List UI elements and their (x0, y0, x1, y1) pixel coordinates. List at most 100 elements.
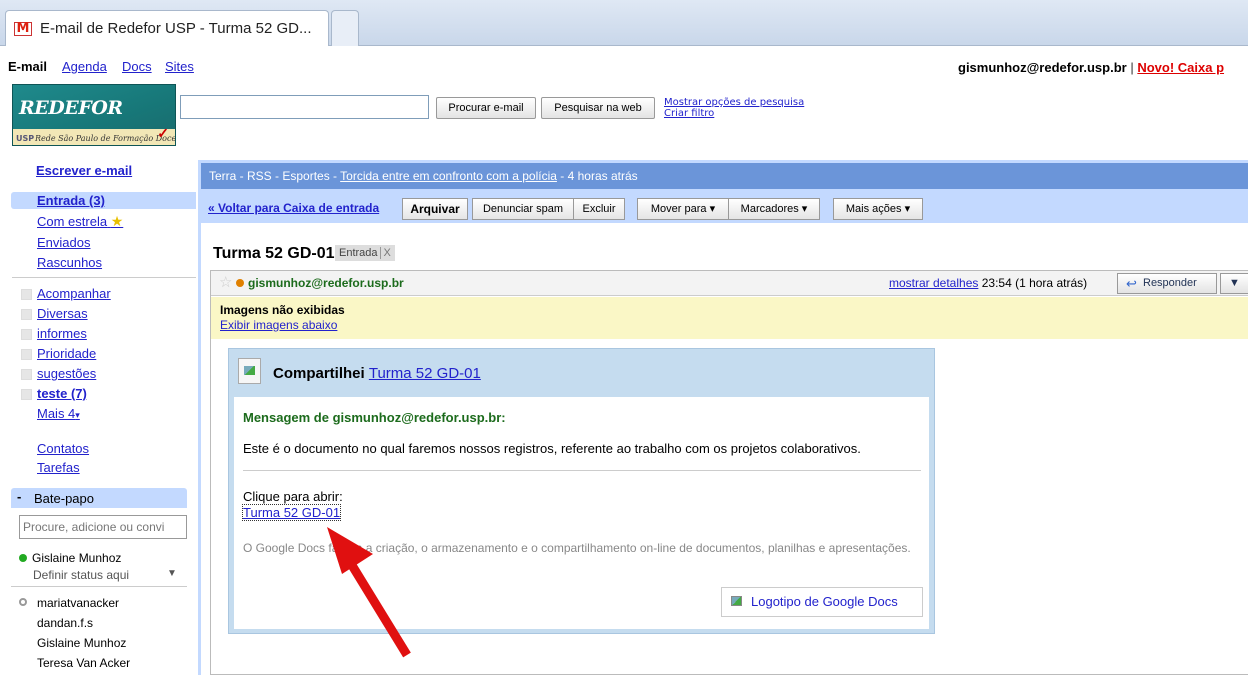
message-content: Turma 52 GD-01 Entrada X ☆ gismunhoz@rede… (201, 223, 1248, 675)
move-to-button[interactable]: Mover para ▾ (637, 198, 729, 220)
sidebar-label-acompanhar[interactable]: Acompanhar (37, 286, 111, 301)
star-icon: ★ (110, 213, 124, 229)
message-subject: Turma 52 GD-01 (213, 245, 335, 262)
chat-contact[interactable]: mariatvanacker (37, 596, 119, 610)
message-meta: mostrar detalhes 23:54 (1 hora atrás) (889, 276, 1087, 290)
sidebar-item-contacts[interactable]: Contatos (37, 441, 89, 456)
archive-button[interactable]: Arquivar (402, 198, 468, 220)
search-mail-button[interactable]: Procurar e-mail (436, 97, 536, 119)
reply-options-button[interactable]: ▼ (1220, 273, 1248, 294)
account-separator: | (1130, 60, 1134, 75)
show-search-options-link[interactable]: Mostrar opções de pesquisa (664, 97, 804, 108)
remove-label-icon[interactable]: X (379, 247, 391, 259)
share-title-prefix: Compartilhei (273, 365, 365, 382)
label-color-box[interactable] (21, 369, 32, 380)
chat-header[interactable]: - Bate-papo (11, 488, 187, 508)
label-color-box[interactable] (21, 329, 32, 340)
collapse-icon[interactable]: - (17, 489, 21, 504)
inbox-label[interactable]: Entrada (3) (37, 193, 105, 208)
chat-contact[interactable]: Teresa Van Acker (37, 656, 130, 670)
search-web-button[interactable]: Pesquisar na web (541, 97, 655, 119)
message-box: ☆ gismunhoz@redefor.usp.br mostrar detal… (210, 270, 1248, 675)
chat-divider (11, 586, 187, 587)
chat-self[interactable]: Gislaine Munhoz (19, 551, 121, 565)
checkmark-icon: ✓ (157, 125, 169, 141)
open-document-link[interactable]: Turma 52 GD-01 (241, 504, 342, 521)
label-color-box[interactable] (21, 349, 32, 360)
rss-headline-link[interactable]: Torcida entre em confronto com a polícia (340, 169, 557, 183)
chat-contact[interactable]: Gislaine Munhoz (37, 636, 126, 650)
reply-button[interactable]: ↩ Responder (1117, 273, 1217, 294)
sidebar-label-informes[interactable]: informes (37, 326, 87, 341)
nav-divider (12, 277, 196, 278)
message-time: 23:54 (1 hora atrás) (981, 276, 1088, 290)
browser-tab[interactable]: M E-mail de Redefor USP - Turma 52 GD... (5, 10, 329, 46)
report-spam-button[interactable]: Denunciar spam (472, 198, 574, 220)
more-labels-text: Mais 4 (37, 406, 76, 421)
logo-subtitle: Rede São Paulo de Formação Docente (35, 134, 176, 143)
sidebar-label-teste[interactable]: teste (7) (37, 386, 87, 401)
nav-email-current: E-mail (8, 59, 48, 74)
show-details-link[interactable]: mostrar detalhes (889, 276, 978, 290)
chat-contact[interactable]: dandan.f.s (37, 616, 93, 630)
message-toolbar: « Voltar para Caixa de entrada Arquivar … (201, 193, 1248, 223)
rss-suffix: - 4 horas atrás (556, 169, 638, 183)
share-doc-link[interactable]: Turma 52 GD-01 (369, 365, 481, 382)
redefor-logo[interactable]: REDEFOR USP Rede São Paulo de Formação D… (12, 84, 176, 146)
sidebar-label-diversas[interactable]: Diversas (37, 306, 88, 321)
image-placeholder-icon (238, 358, 261, 384)
share-card-body: Mensagem de gismunhoz@redefor.usp.br: Es… (234, 397, 929, 629)
google-docs-description: O Google Docs facilita a criação, o arma… (243, 541, 911, 555)
label-color-box[interactable] (21, 309, 32, 320)
sidebar-label-sugestoes[interactable]: sugestões (37, 366, 96, 381)
nav-link-sites[interactable]: Sites (165, 59, 194, 74)
sidebar-item-inbox[interactable]: Entrada (3) (11, 192, 196, 209)
share-divider (243, 470, 921, 471)
more-actions-button[interactable]: Mais ações ▾ (833, 198, 923, 220)
novo-caixa-link[interactable]: Novo! Caixa p (1137, 60, 1224, 75)
sidebar-label-prioridade[interactable]: Prioridade (37, 346, 96, 361)
delete-button[interactable]: Excluir (573, 198, 625, 220)
search-input[interactable] (180, 95, 429, 119)
chevron-down-icon: ▾ (75, 410, 80, 420)
sidebar-item-starred[interactable]: Com estrela ★ (37, 213, 123, 230)
label-color-box[interactable] (21, 389, 32, 400)
tab-title: E-mail de Redefor USP - Turma 52 GD... (40, 20, 312, 37)
show-images-link[interactable]: Exibir imagens abaixo (220, 318, 337, 332)
sender-email[interactable]: gismunhoz@redefor.usp.br (248, 276, 404, 290)
gmail-icon: M (14, 22, 32, 36)
compose-button[interactable]: Escrever e-mail (36, 163, 132, 178)
star-icon[interactable]: ☆ (219, 273, 232, 291)
create-filter-link[interactable]: Criar filtro (664, 108, 804, 119)
sidebar-more-labels[interactable]: Mais 4▾ (37, 406, 80, 421)
online-status-icon (19, 554, 27, 562)
label-badge-name: Entrada (339, 247, 378, 259)
main-pane: Terra - RSS - Esportes - Torcida entre e… (198, 160, 1248, 675)
sidebar-item-drafts[interactable]: Rascunhos (37, 255, 102, 270)
share-message-text: Este é o documento no qual faremos nosso… (243, 441, 861, 456)
search-links: Mostrar opções de pesquisa Criar filtro (664, 97, 804, 119)
share-card: Compartilhei Turma 52 GD-01 Mensagem de … (228, 348, 935, 634)
nav-link-docs[interactable]: Docs (122, 59, 152, 74)
new-tab-button[interactable] (331, 10, 359, 46)
rss-prefix: Terra - RSS - Esportes - (209, 169, 341, 183)
labels-button[interactable]: Marcadores ▾ (728, 198, 820, 220)
chat-search-input[interactable]: Procure, adicione ou convi (19, 515, 187, 539)
chat-self-name: Gislaine Munhoz (32, 551, 122, 565)
nav-link-agenda[interactable]: Agenda (62, 59, 107, 74)
chat-title: Bate-papo (34, 491, 94, 506)
image-placeholder-icon (731, 596, 742, 606)
sidebar-item-sent[interactable]: Enviados (37, 235, 90, 250)
google-docs-logo-button[interactable]: Logotipo de Google Docs (721, 587, 923, 617)
rss-bar: Terra - RSS - Esportes - Torcida entre e… (201, 163, 1248, 189)
label-color-box[interactable] (21, 289, 32, 300)
presence-icon (236, 279, 244, 287)
browser-window: M E-mail de Redefor USP - Turma 52 GD...… (0, 0, 1248, 675)
reply-label: Responder (1143, 277, 1197, 289)
chat-status-selector[interactable]: Definir status aqui ▼ (33, 568, 177, 582)
sidebar-item-tasks[interactable]: Tarefas (37, 460, 80, 475)
back-to-inbox-link[interactable]: « Voltar para Caixa de entrada (208, 201, 379, 215)
tab-bar: M E-mail de Redefor USP - Turma 52 GD... (0, 0, 1248, 46)
logo-strip: USP Rede São Paulo de Formação Docente ✓ (13, 125, 176, 145)
share-card-header: Compartilhei Turma 52 GD-01 (229, 349, 934, 396)
